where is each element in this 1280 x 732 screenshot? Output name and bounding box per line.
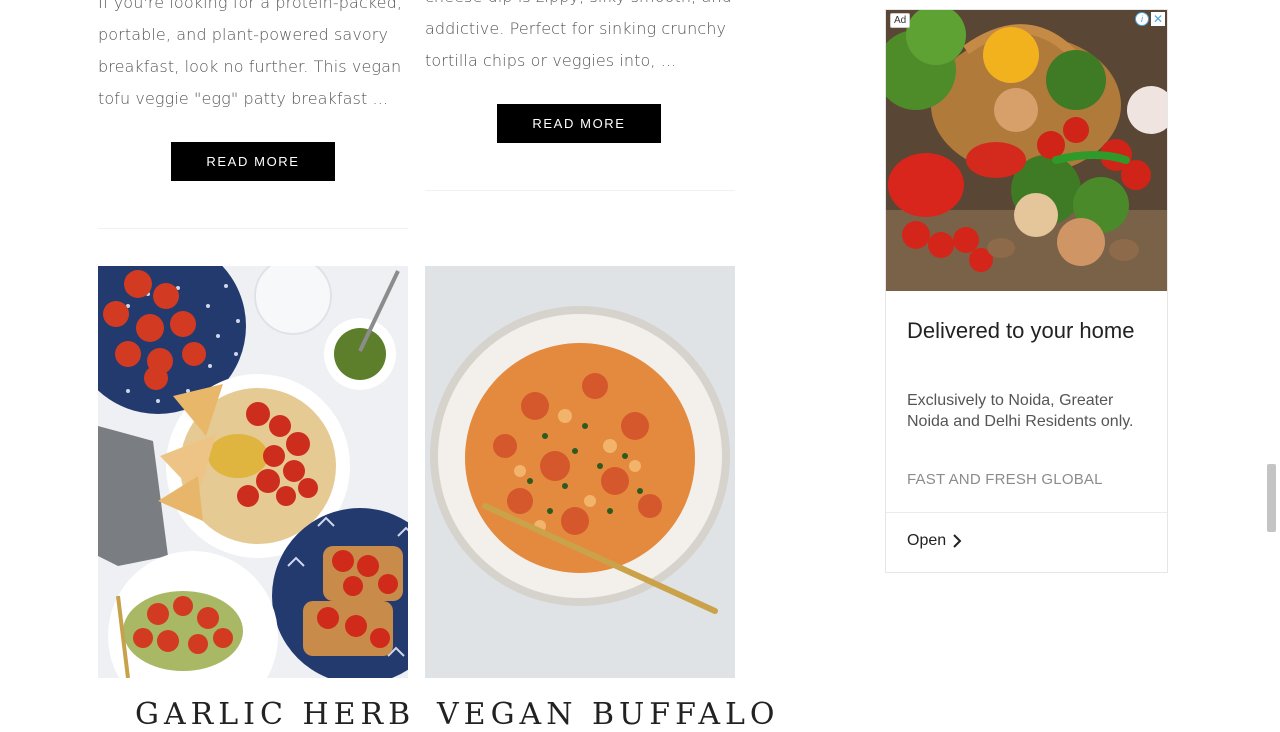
ad-advertiser: FAST AND FRESH GLOBAL bbox=[907, 471, 1103, 488]
ad-open-label: Open bbox=[907, 532, 947, 549]
post-excerpt: If you're looking for a protein-packed, … bbox=[98, 0, 403, 108]
divider bbox=[425, 190, 735, 191]
recipe-image-garlic-herb[interactable] bbox=[98, 266, 408, 678]
recipe-image-vegan-buffalo[interactable] bbox=[425, 266, 735, 678]
chevron-right-icon bbox=[953, 534, 962, 548]
ad-image[interactable]: Ad i ✕ bbox=[886, 10, 1167, 291]
divider bbox=[886, 512, 1167, 513]
close-icon[interactable]: ✕ bbox=[1151, 12, 1165, 26]
read-more-button[interactable]: READ MORE bbox=[171, 142, 335, 181]
ad-open-button[interactable]: Open bbox=[907, 532, 962, 550]
card-title[interactable]: GARLIC HERB bbox=[135, 697, 415, 732]
adchoices-info-icon[interactable]: i bbox=[1135, 12, 1149, 26]
read-more-button[interactable]: READ MORE bbox=[497, 104, 661, 143]
ad-headline[interactable]: Delivered to your home bbox=[907, 315, 1147, 347]
ad-badge: Ad bbox=[890, 13, 911, 28]
ad-body: Exclusively to Noida, Greater Noida and … bbox=[907, 392, 1134, 430]
divider bbox=[98, 228, 408, 229]
advertisement[interactable]: Ad i ✕ Delivered to your home Exclusivel… bbox=[885, 9, 1168, 573]
scrollbar-thumb[interactable] bbox=[1267, 464, 1276, 532]
post-excerpt: cheese dip is zippy, silky smooth, and a… bbox=[425, 0, 732, 70]
card-title[interactable]: VEGAN BUFFALO bbox=[437, 697, 780, 732]
